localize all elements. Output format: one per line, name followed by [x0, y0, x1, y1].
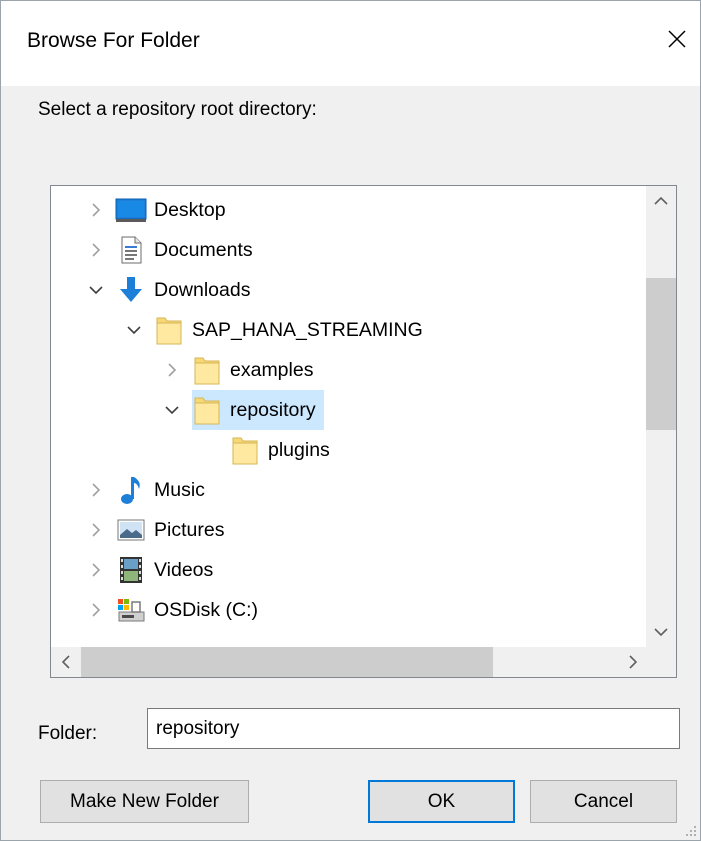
tree-item-label: Pictures	[154, 518, 225, 541]
make-new-folder-button[interactable]: Make New Folder	[40, 780, 249, 823]
tree-item-label: Videos	[154, 558, 214, 581]
resize-grip-icon[interactable]	[683, 823, 697, 837]
chevron-down-icon[interactable]	[124, 320, 144, 340]
chevron-right-icon	[629, 655, 638, 669]
chevron-left-icon	[61, 655, 70, 669]
tree-item-label: Music	[154, 478, 205, 501]
vertical-scroll-thumb[interactable]	[646, 278, 676, 430]
videos-icon	[114, 554, 148, 586]
chevron-right-icon[interactable]	[86, 200, 106, 220]
folder-label: Folder:	[38, 723, 98, 744]
chevron-right-icon[interactable]	[86, 600, 106, 620]
scroll-left-button[interactable]	[51, 647, 81, 677]
cancel-button[interactable]: Cancel	[530, 780, 677, 823]
folder-input[interactable]	[147, 708, 680, 749]
ok-button[interactable]: OK	[368, 780, 515, 823]
music-icon	[114, 474, 148, 506]
title-bar[interactable]: Browse For Folder	[1, 1, 700, 86]
chevron-right-icon[interactable]	[86, 520, 106, 540]
tree-item-label: plugins	[268, 438, 330, 461]
chevron-down-icon[interactable]	[86, 280, 106, 300]
tree-item-repository[interactable]: repository	[162, 390, 324, 430]
downloads-icon	[114, 274, 148, 306]
tree-item-label: OSDisk (C:)	[154, 598, 258, 621]
tree-item-documents[interactable]: Documents	[86, 230, 253, 270]
drive-icon	[114, 594, 148, 626]
close-button[interactable]	[654, 11, 700, 67]
tree-item-examples[interactable]: examples	[162, 350, 313, 390]
chevron-right-icon[interactable]	[86, 240, 106, 260]
tree-item-videos[interactable]: Videos	[86, 550, 213, 590]
scrollbar-corner	[646, 647, 676, 677]
chevron-right-icon[interactable]	[162, 360, 182, 380]
scroll-down-button[interactable]	[646, 617, 676, 647]
tree-item-label: SAP_HANA_STREAMING	[192, 318, 423, 341]
dialog-prompt: Select a repository root directory:	[38, 99, 317, 120]
chevron-down-icon	[654, 628, 668, 637]
tree-item-music[interactable]: Music	[86, 470, 205, 510]
chevron-right-icon[interactable]	[86, 560, 106, 580]
tree-item-label: examples	[230, 358, 314, 381]
tree-item-pictures[interactable]: Pictures	[86, 510, 224, 550]
folder-icon	[152, 314, 186, 346]
documents-icon	[114, 234, 148, 266]
tree-expander-spacer	[200, 440, 220, 460]
chevron-right-icon[interactable]	[86, 480, 106, 500]
scroll-up-button[interactable]	[646, 186, 676, 216]
desktop-icon	[114, 194, 148, 226]
tree-item-osdisk[interactable]: OSDisk (C:)	[86, 590, 258, 630]
tree-item-sap-hana-streaming[interactable]: SAP_HANA_STREAMING	[124, 310, 423, 350]
dialog-title: Browse For Folder	[27, 29, 200, 52]
scroll-right-button[interactable]	[618, 647, 648, 677]
horizontal-scroll-thumb[interactable]	[81, 647, 493, 677]
horizontal-scrollbar[interactable]	[51, 647, 648, 677]
chevron-down-icon[interactable]	[162, 400, 182, 420]
folder-icon	[228, 434, 262, 466]
pictures-icon	[114, 514, 148, 546]
folder-icon	[190, 394, 224, 426]
tree-item-label: Documents	[154, 238, 253, 261]
tree-item-downloads[interactable]: Downloads	[86, 270, 250, 310]
tree-item-partial	[91, 632, 181, 638]
tree-item-label: Downloads	[154, 278, 251, 301]
folder-tree[interactable]: Desktop Documents Downloads SAP_HANA_STR…	[50, 185, 677, 678]
tree-item-label: Desktop	[154, 198, 226, 221]
browse-for-folder-dialog: Browse For Folder Select a repository ro…	[0, 0, 701, 841]
tree-item-plugins[interactable]: plugins	[200, 430, 330, 470]
tree-item-label: repository	[230, 398, 316, 421]
close-icon	[668, 30, 686, 48]
chevron-up-icon	[654, 196, 668, 205]
folder-icon	[190, 354, 224, 386]
vertical-scrollbar[interactable]	[646, 186, 676, 647]
tree-item-desktop[interactable]: Desktop	[86, 190, 226, 230]
